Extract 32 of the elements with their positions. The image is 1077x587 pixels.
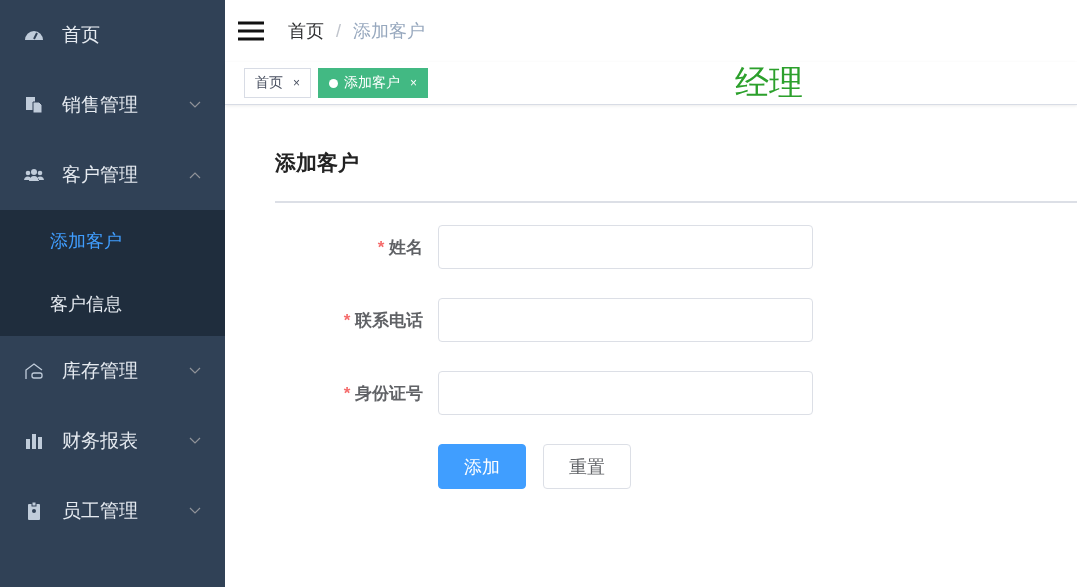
field-label: * 联系电话 xyxy=(342,309,424,332)
menu-icon[interactable] xyxy=(238,21,264,41)
reset-button[interactable]: 重置 xyxy=(543,444,631,489)
breadcrumb-item: 添加客户 xyxy=(353,20,425,43)
menu-item[interactable]: 首页 xyxy=(0,0,225,70)
dot-icon xyxy=(329,78,338,88)
breadcrumb-separator: / xyxy=(336,20,341,42)
bar-chart-icon xyxy=(24,431,44,451)
menu-item[interactable]: 客户管理 xyxy=(0,140,225,210)
menu-item[interactable]: 财务报表 xyxy=(0,406,225,476)
menu-item[interactable]: 库存管理 xyxy=(0,336,225,406)
field-label: * 姓名 xyxy=(376,236,424,259)
breadcrumb-item[interactable]: 首页 xyxy=(288,19,324,43)
tab[interactable]: 首页 × xyxy=(244,68,311,98)
menu-item[interactable]: 员工管理 xyxy=(0,476,225,546)
chevron-down-icon xyxy=(189,367,201,375)
chevron-down-icon xyxy=(189,437,201,445)
chevron-up-icon xyxy=(189,171,201,179)
role-label: 经理 xyxy=(735,62,804,103)
submenu-item[interactable]: 客户信息 xyxy=(0,273,225,336)
chevron-down-icon xyxy=(189,101,201,109)
input-field[interactable] xyxy=(438,225,813,269)
documents-icon xyxy=(24,95,44,115)
field-label: * 身份证号 xyxy=(342,382,424,405)
close-icon[interactable]: × xyxy=(293,76,300,90)
house-car-icon xyxy=(24,361,44,381)
form-title: 添加客户 xyxy=(275,150,360,176)
submenu-item[interactable]: 添加客户 xyxy=(0,210,225,273)
input-field[interactable] xyxy=(438,371,813,415)
chevron-down-icon xyxy=(189,507,201,515)
menu-item[interactable]: 销售管理 xyxy=(0,70,225,140)
input-field[interactable] xyxy=(438,298,813,342)
